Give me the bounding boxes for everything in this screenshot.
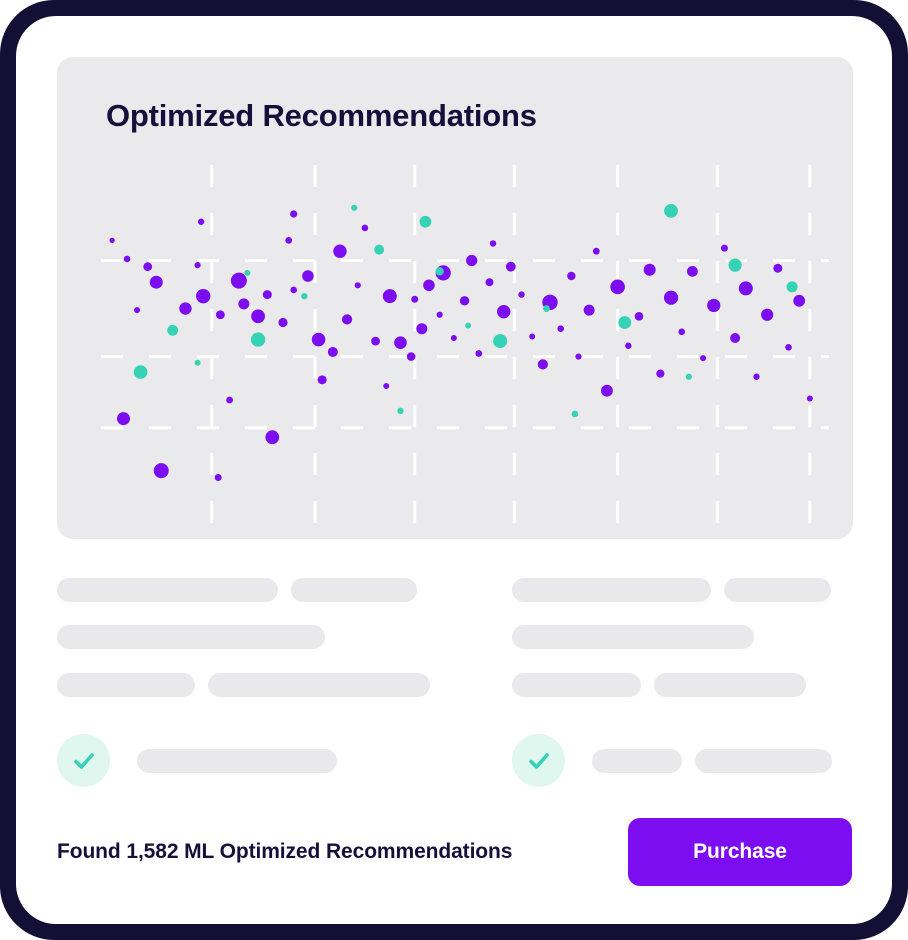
device-frame: Optimized Recommendations Found 1,582 ML… xyxy=(0,0,908,940)
skeleton-bar xyxy=(57,673,195,697)
chart-panel: Optimized Recommendations xyxy=(57,57,853,539)
skeleton-bar xyxy=(512,673,641,697)
skeleton-row xyxy=(512,578,852,602)
skeleton-bar xyxy=(695,748,832,773)
skeleton-row xyxy=(57,578,437,602)
chart-datapoints xyxy=(109,204,813,481)
purchase-button[interactable]: Purchase xyxy=(628,818,852,886)
skeleton-bar xyxy=(57,625,325,649)
skeleton-row xyxy=(57,673,437,697)
skeleton-bar xyxy=(592,748,682,773)
checked-item-right xyxy=(512,734,832,787)
skeleton-bar xyxy=(654,673,806,697)
skeleton-column-left xyxy=(57,578,437,697)
result-card: Optimized Recommendations Found 1,582 ML… xyxy=(16,16,892,924)
check-icon xyxy=(57,734,110,787)
skeleton-bar xyxy=(137,748,337,773)
page-title: Optimized Recommendations xyxy=(106,98,537,133)
skeleton-bar xyxy=(724,578,831,602)
skeleton-bar xyxy=(512,625,754,649)
skeleton-bar xyxy=(208,673,430,697)
skeleton-bar xyxy=(291,578,417,602)
result-count-label: Found 1,582 ML Optimized Recommendations xyxy=(57,840,513,863)
skeleton-bar xyxy=(57,578,278,602)
checked-item-left xyxy=(57,734,337,787)
scatter-plot xyxy=(101,165,829,533)
skeleton-row xyxy=(512,673,852,697)
skeleton-row xyxy=(512,625,852,649)
skeleton-column-right xyxy=(512,578,852,697)
skeleton-bar xyxy=(512,578,711,602)
check-icon xyxy=(512,734,565,787)
skeleton-row xyxy=(57,625,437,649)
